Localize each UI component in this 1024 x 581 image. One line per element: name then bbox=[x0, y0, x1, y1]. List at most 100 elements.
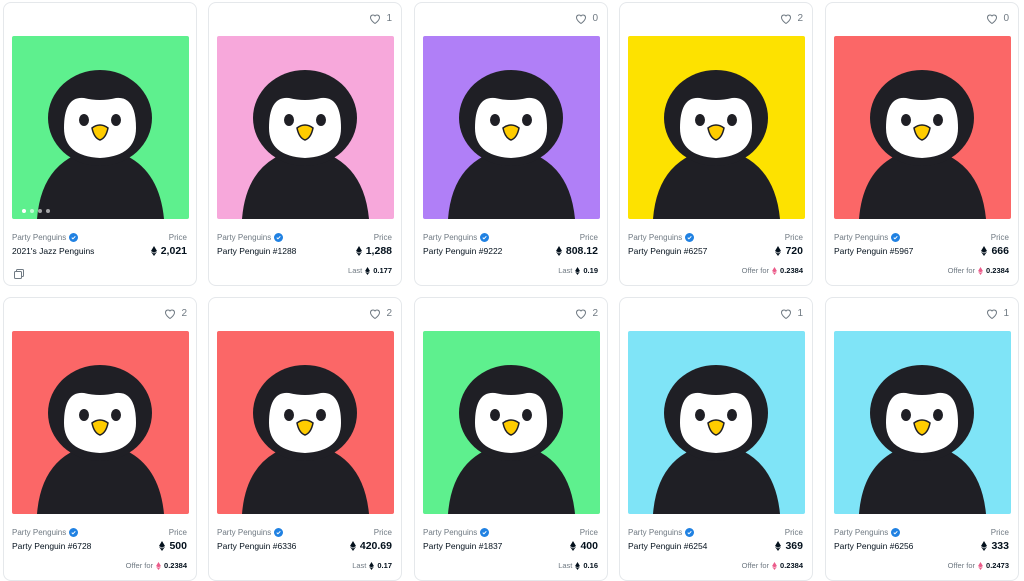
best-offer: Offer for 0.2384 bbox=[741, 561, 803, 570]
best-offer: Offer for 0.2384 bbox=[947, 266, 1009, 275]
nft-name[interactable]: Party Penguin #6336 bbox=[217, 541, 296, 551]
nft-card[interactable]: 0 Party Penguins Price Party Penguin #92… bbox=[414, 2, 608, 286]
nft-card[interactable]: 2 Party Penguins Price Party Penguin #67… bbox=[3, 297, 197, 581]
nft-name[interactable]: Party Penguin #6257 bbox=[628, 246, 707, 256]
nft-card[interactable]: 2 Party Penguins Price Party Penguin #18… bbox=[414, 297, 608, 581]
nft-name[interactable]: Party Penguin #6256 bbox=[834, 541, 913, 551]
nft-grid: Party Penguins Price 2021's Jazz Penguin… bbox=[0, 0, 1024, 581]
eth-icon bbox=[159, 541, 166, 551]
favorite-button[interactable]: 1 bbox=[986, 306, 1009, 320]
nft-price: 808.12 bbox=[555, 245, 598, 257]
favorite-button[interactable]: 2 bbox=[369, 306, 392, 320]
last-sale: Last 0.17 bbox=[352, 561, 392, 570]
favorite-button[interactable]: 1 bbox=[780, 306, 803, 320]
nft-image[interactable] bbox=[834, 36, 1011, 219]
nft-price: 666 bbox=[981, 245, 1009, 257]
nft-image[interactable] bbox=[217, 36, 394, 219]
collection-name[interactable]: Party Penguins bbox=[628, 233, 695, 242]
favorite-count: 2 bbox=[181, 307, 187, 319]
nft-image[interactable] bbox=[423, 36, 600, 219]
eth-icon bbox=[355, 246, 362, 256]
price-label: Price bbox=[990, 528, 1009, 537]
favorite-button[interactable]: 2 bbox=[780, 11, 803, 25]
price-label: Price bbox=[784, 528, 803, 537]
nft-card[interactable]: Party Penguins Price 2021's Jazz Penguin… bbox=[3, 2, 197, 286]
favorite-count: 2 bbox=[797, 12, 803, 24]
nft-price: 369 bbox=[775, 540, 803, 552]
eth-icon bbox=[775, 541, 782, 551]
favorite-button[interactable]: 0 bbox=[575, 11, 598, 25]
collection-name[interactable]: Party Penguins bbox=[423, 528, 490, 537]
nft-card[interactable]: 0 Party Penguins Price Party Penguin #59… bbox=[825, 2, 1019, 286]
eth-icon bbox=[575, 561, 581, 570]
last-sale: Last 0.177 bbox=[348, 266, 392, 275]
nft-name[interactable]: Party Penguin #1288 bbox=[217, 246, 296, 256]
verified-badge-icon bbox=[69, 528, 79, 537]
eth-icon bbox=[369, 561, 375, 570]
nft-image[interactable] bbox=[628, 36, 805, 219]
nft-card[interactable]: 2 Party Penguins Price Party Penguin #62… bbox=[619, 2, 813, 286]
heart-icon bbox=[165, 309, 176, 319]
nft-image[interactable] bbox=[12, 36, 189, 219]
nft-card[interactable]: 1 Party Penguins Price Party Penguin #12… bbox=[208, 2, 402, 286]
verified-badge-icon bbox=[69, 233, 79, 242]
collection-name[interactable]: Party Penguins bbox=[12, 233, 79, 242]
favorite-button[interactable]: 2 bbox=[164, 306, 187, 320]
eth-icon bbox=[555, 246, 562, 256]
nft-price: 400 bbox=[570, 540, 598, 552]
favorite-count: 0 bbox=[1003, 12, 1009, 24]
nft-card[interactable]: 1 Party Penguins Price Party Penguin #62… bbox=[825, 297, 1019, 581]
collection-name[interactable]: Party Penguins bbox=[12, 528, 79, 537]
eth-icon bbox=[978, 266, 983, 275]
eth-icon bbox=[978, 561, 983, 570]
eth-icon bbox=[772, 561, 777, 570]
nft-image[interactable] bbox=[12, 331, 189, 514]
collection-name[interactable]: Party Penguins bbox=[628, 528, 695, 537]
nft-price: 333 bbox=[981, 540, 1009, 552]
favorite-count: 2 bbox=[386, 307, 392, 319]
nft-name[interactable]: Party Penguin #5967 bbox=[834, 246, 913, 256]
collection-name[interactable]: Party Penguins bbox=[834, 528, 901, 537]
collection-name[interactable]: Party Penguins bbox=[217, 528, 284, 537]
nft-price: 420.69 bbox=[349, 540, 392, 552]
nft-name[interactable]: 2021's Jazz Penguins bbox=[12, 246, 94, 256]
collection-name[interactable]: Party Penguins bbox=[834, 233, 901, 242]
nft-name[interactable]: Party Penguin #9222 bbox=[423, 246, 502, 256]
nft-name[interactable]: Party Penguin #6728 bbox=[12, 541, 91, 551]
price-label: Price bbox=[990, 233, 1009, 242]
verified-badge-icon bbox=[274, 528, 284, 537]
heart-icon bbox=[781, 14, 792, 24]
nft-image[interactable] bbox=[217, 331, 394, 514]
price-label: Price bbox=[168, 528, 187, 537]
favorite-count: 0 bbox=[592, 12, 598, 24]
nft-card[interactable]: 1 Party Penguins Price Party Penguin #62… bbox=[619, 297, 813, 581]
price-label: Price bbox=[579, 528, 598, 537]
nft-price: 1,288 bbox=[355, 245, 392, 257]
collection-name[interactable]: Party Penguins bbox=[217, 233, 284, 242]
nft-card[interactable]: 2 Party Penguins Price Party Penguin #63… bbox=[208, 297, 402, 581]
heart-icon bbox=[987, 14, 998, 24]
nft-image[interactable] bbox=[628, 331, 805, 514]
price-label: Price bbox=[168, 233, 187, 242]
verified-badge-icon bbox=[480, 528, 490, 537]
favorite-button[interactable]: 1 bbox=[369, 11, 392, 25]
bundle-icon bbox=[14, 269, 24, 279]
eth-icon bbox=[575, 266, 581, 275]
eth-icon bbox=[156, 561, 161, 570]
verified-badge-icon bbox=[891, 233, 901, 242]
price-label: Price bbox=[373, 233, 392, 242]
nft-name[interactable]: Party Penguin #6254 bbox=[628, 541, 707, 551]
nft-image[interactable] bbox=[834, 331, 1011, 514]
favorite-button[interactable]: 2 bbox=[575, 306, 598, 320]
eth-icon bbox=[150, 246, 157, 256]
favorite-count: 1 bbox=[797, 307, 803, 319]
verified-badge-icon bbox=[685, 233, 695, 242]
heart-icon bbox=[576, 14, 587, 24]
favorite-button[interactable]: 0 bbox=[986, 11, 1009, 25]
carousel-dots[interactable] bbox=[22, 209, 50, 213]
eth-icon bbox=[349, 541, 356, 551]
collection-name[interactable]: Party Penguins bbox=[423, 233, 490, 242]
nft-image[interactable] bbox=[423, 331, 600, 514]
last-sale: Last 0.16 bbox=[558, 561, 598, 570]
nft-name[interactable]: Party Penguin #1837 bbox=[423, 541, 502, 551]
